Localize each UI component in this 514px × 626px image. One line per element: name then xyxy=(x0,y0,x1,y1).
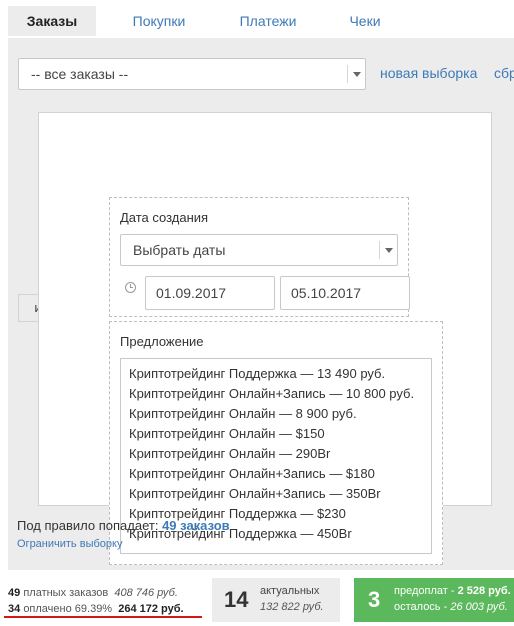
offer-item[interactable]: Криптотрейдинг Поддержка — 13 490 руб. xyxy=(129,364,431,384)
match-count-link[interactable]: 49 заказов xyxy=(162,518,230,533)
paid-orders-line: 49 платных заказов 408 746 руб. xyxy=(8,585,184,601)
orders-filter-select[interactable]: -- все заказы -- xyxy=(18,58,366,90)
remaining-line: осталось - 26 003 руб. xyxy=(394,601,508,613)
match-prefix: Под правило попадает: xyxy=(17,518,159,533)
paid-orders-summary: 49 платных заказов 408 746 руб. 34 оплач… xyxy=(8,585,184,617)
date-to-input[interactable]: 05.10.2017 xyxy=(280,276,410,310)
date-range-select-value: Выбрать даты xyxy=(133,242,226,258)
tab-receipts[interactable]: Чеки xyxy=(338,6,392,36)
offer-item[interactable]: Криптотрейдинг Онлайн — $150 xyxy=(129,424,431,444)
new-selection-link[interactable]: новая выборка xyxy=(380,65,477,81)
offer-item[interactable]: Криптотрейдинг Онлайн+Запись — 10 800 ру… xyxy=(129,384,431,404)
limit-selection-link[interactable]: Ограничить выборку xyxy=(17,538,122,550)
date-rule-block: Дата создания Выбрать даты 01.09.2017 05… xyxy=(109,197,410,317)
actual-label: актуальных xyxy=(260,585,320,597)
chevron-down-icon[interactable] xyxy=(347,65,365,83)
offer-item[interactable]: Криптотрейдинг Онлайн — 290Br xyxy=(129,444,431,464)
rule-match-summary: Под правило попадает: 49 заказов xyxy=(17,518,230,533)
prepay-label: предоплат - xyxy=(394,585,455,597)
offer-rule-label: Предложение xyxy=(120,334,204,349)
prepay-line: предоплат - 2 528 руб. xyxy=(394,585,511,597)
paid-count: 34 xyxy=(8,603,21,615)
actual-orders-card[interactable]: 14 актуальных 132 822 руб. xyxy=(212,578,340,622)
paid-orders-sum: 408 746 руб. xyxy=(114,587,178,599)
date-rule-label: Дата создания xyxy=(120,210,209,225)
actual-sum: 132 822 руб. xyxy=(260,601,324,613)
filter-panel: -- все заказы -- новая выборка сбр и Дат… xyxy=(8,38,514,570)
prepay-count: 3 xyxy=(368,587,381,612)
orders-filter-value: -- все заказы -- xyxy=(31,66,129,82)
actual-count: 14 xyxy=(224,587,249,612)
reset-link[interactable]: сбр xyxy=(494,65,514,81)
offer-item[interactable]: Криптотрейдинг Онлайн+Запись — $180 xyxy=(129,464,431,484)
paid-line: 34 оплачено 69.39% 264 172 руб. xyxy=(8,601,184,617)
chevron-down-icon[interactable] xyxy=(379,241,397,259)
date-from-input[interactable]: 01.09.2017 xyxy=(145,276,275,310)
paid-orders-label: платных заказов xyxy=(23,587,109,599)
paid-orders-count: 49 xyxy=(8,587,21,599)
offer-item[interactable]: Криптотрейдинг Онлайн+Запись — 350Br xyxy=(129,484,431,504)
clock-icon xyxy=(125,282,136,293)
tab-payments[interactable]: Платежи xyxy=(226,6,310,36)
prepay-card[interactable]: 3 предоплат - 2 528 руб. осталось - 26 0… xyxy=(354,578,514,622)
order-tabs: Заказы Покупки Платежи Чеки xyxy=(0,0,514,38)
tab-purchases[interactable]: Покупки xyxy=(118,6,200,36)
red-underline-annotation xyxy=(4,616,202,618)
remaining-label: осталось - xyxy=(394,601,448,613)
prepay-sum: 2 528 руб. xyxy=(457,585,511,597)
tab-orders[interactable]: Заказы xyxy=(8,6,96,36)
offer-item[interactable]: Криптотрейдинг Онлайн — 8 900 руб. xyxy=(129,404,431,424)
date-range-select[interactable]: Выбрать даты xyxy=(120,234,398,266)
paid-label: оплачено 69.39% xyxy=(23,603,113,615)
rules-container: Дата создания Выбрать даты 01.09.2017 05… xyxy=(38,112,492,565)
remaining-sum: 26 003 руб. xyxy=(450,601,508,613)
paid-sum: 264 172 руб. xyxy=(118,603,184,615)
